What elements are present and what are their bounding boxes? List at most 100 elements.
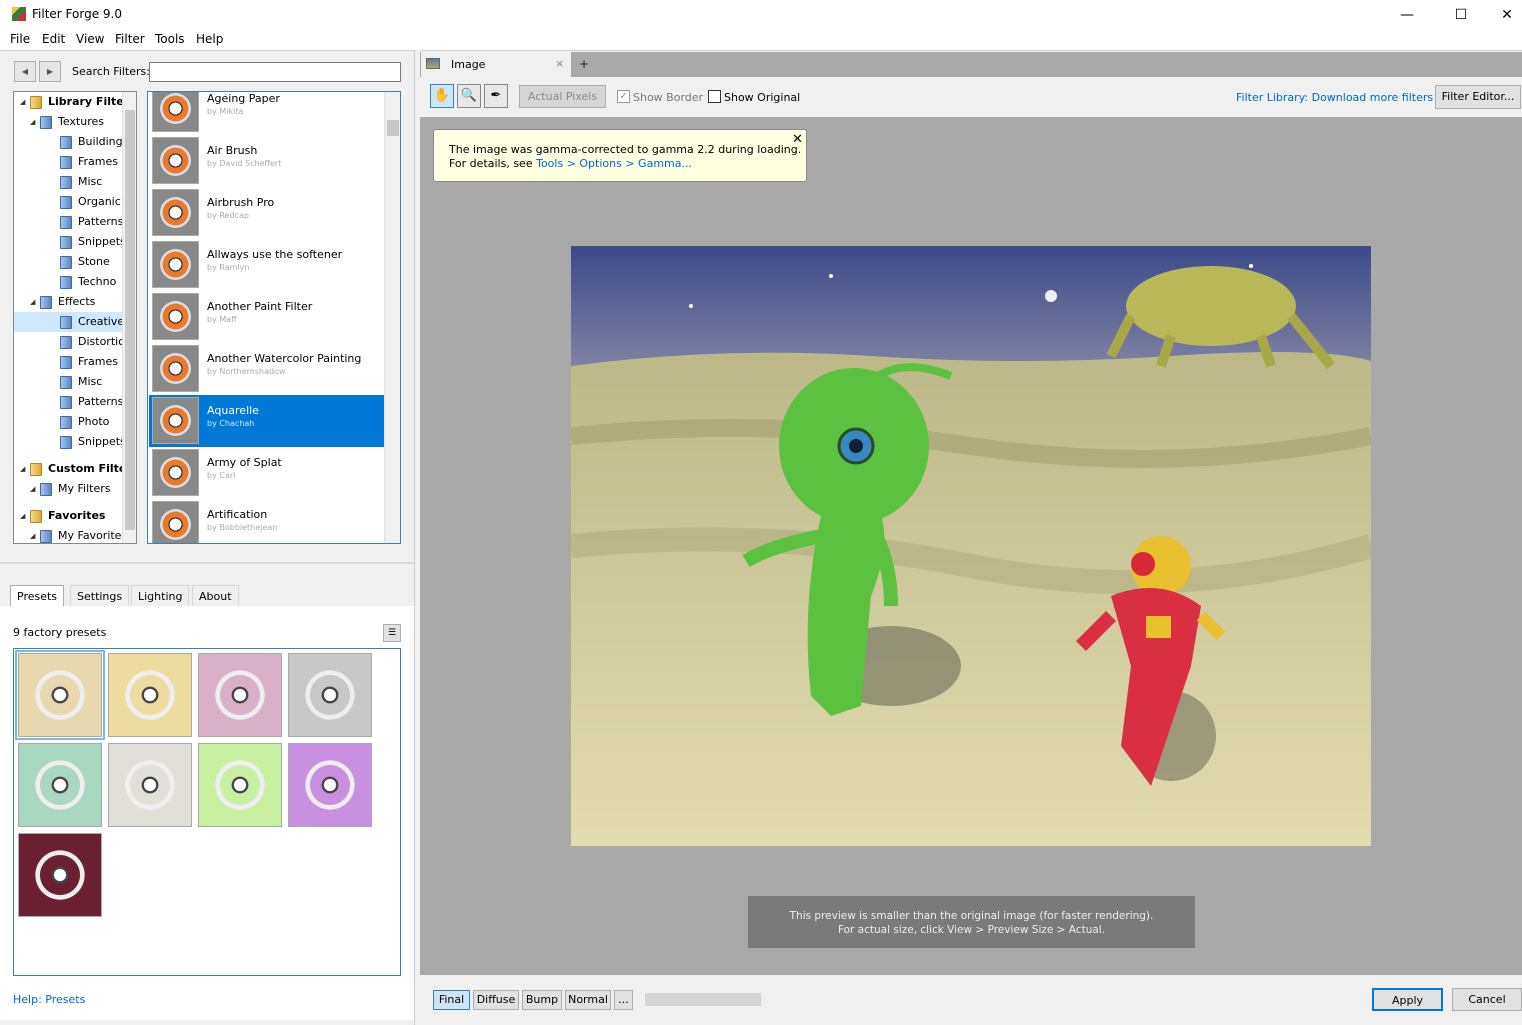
scroll-thumb[interactable]: [125, 110, 135, 530]
presets-count: 9 factory presets: [13, 626, 107, 639]
preset-thumbnail[interactable]: [198, 743, 282, 827]
menu-filter[interactable]: Filter: [115, 32, 145, 46]
minimize-icon[interactable]: —: [1384, 0, 1430, 30]
filter-author: by Maff: [207, 315, 237, 324]
search-input[interactable]: [149, 62, 401, 82]
hand-tool-icon[interactable]: ✋: [430, 84, 454, 108]
preset-thumbnail[interactable]: [288, 743, 372, 827]
tab-presets[interactable]: Presets: [10, 585, 65, 606]
download-filters-link[interactable]: Filter Library: Download more filters: [1236, 91, 1433, 104]
presets-grid: [13, 648, 401, 976]
close-icon[interactable]: ✕: [1484, 0, 1522, 30]
tree-item-label: Creative: [78, 315, 125, 328]
actual-pixels-button[interactable]: Actual Pixels: [519, 85, 606, 108]
cancel-button[interactable]: Cancel: [1452, 988, 1522, 1011]
tree-item[interactable]: ◢ Library Filters: [14, 92, 136, 112]
show-border-checkbox[interactable]: ✓: [617, 90, 630, 103]
tree-item[interactable]: ◢ My Filters: [14, 479, 122, 499]
map-final-button[interactable]: Final: [433, 990, 470, 1010]
eyedropper-tool-icon[interactable]: ✒: [484, 84, 508, 108]
preset-thumbnail[interactable]: [108, 653, 192, 737]
tab-image[interactable]: Image ×: [421, 52, 571, 77]
expand-icon[interactable]: ◢: [30, 112, 35, 132]
expand-icon[interactable]: ◢: [30, 292, 35, 312]
menu-tools[interactable]: Tools: [155, 32, 185, 46]
tree-item[interactable]: Distortion: [14, 332, 132, 352]
folder-icon: [60, 216, 72, 229]
filter-item[interactable]: Aquarelle by Chachah: [149, 395, 384, 447]
tree-item[interactable]: Snippets: [14, 432, 126, 452]
preview-image[interactable]: [571, 246, 1371, 846]
filter-list-scrollbar[interactable]: [384, 92, 400, 543]
preset-thumbnail[interactable]: [18, 743, 102, 827]
tree-item[interactable]: ◢ Favorites: [14, 506, 122, 526]
tree-item[interactable]: ◢ Custom Filters: [14, 459, 136, 479]
expand-icon[interactable]: ◢: [20, 506, 25, 526]
zoom-tool-icon[interactable]: 🔍: [457, 84, 481, 108]
expand-icon[interactable]: ◢: [30, 479, 35, 499]
tree-item[interactable]: Frames: [14, 152, 122, 172]
filter-item[interactable]: Another Watercolor Painting by Northernsh…: [149, 343, 384, 395]
tree-item[interactable]: Techno: [14, 272, 122, 292]
tree-item[interactable]: Organic: [14, 192, 122, 212]
preset-thumbnail[interactable]: [15, 650, 105, 740]
tab-settings[interactable]: Settings: [70, 585, 130, 606]
forward-button[interactable]: ▶: [39, 61, 61, 82]
menu-view[interactable]: View: [76, 32, 104, 46]
notice-close-icon[interactable]: ✕: [792, 133, 803, 147]
show-original-checkbox[interactable]: [708, 90, 721, 103]
menu-file[interactable]: File: [10, 32, 30, 46]
preset-thumbnail[interactable]: [288, 653, 372, 737]
maximize-icon[interactable]: ☐: [1438, 0, 1484, 30]
help-link[interactable]: Help: Presets: [13, 993, 85, 1006]
tree-item[interactable]: Creative: [14, 312, 125, 332]
map-bump-button[interactable]: Bump: [522, 990, 562, 1010]
scroll-thumb[interactable]: [387, 120, 399, 136]
map-normal-button[interactable]: Normal: [565, 990, 611, 1010]
menu-edit[interactable]: Edit: [42, 32, 65, 46]
gamma-options-link[interactable]: Tools > Options > Gamma...: [536, 157, 692, 170]
info-line-2: For actual size, click View > Preview Si…: [837, 924, 1106, 936]
tab-lighting[interactable]: Lighting: [131, 585, 190, 606]
tree-item[interactable]: Frames: [14, 352, 122, 372]
tree-item[interactable]: ◢ Effects: [14, 292, 122, 312]
expand-icon[interactable]: ◢: [20, 92, 25, 112]
tree-item[interactable]: Misc: [14, 372, 122, 392]
more-maps-button[interactable]: ...: [614, 990, 633, 1010]
filter-item[interactable]: Airbrush Pro by Redcap: [149, 187, 384, 239]
app-logo-icon: [12, 7, 26, 21]
tree-item[interactable]: Misc: [14, 172, 122, 192]
tree-item[interactable]: Photo: [14, 412, 122, 432]
filter-item[interactable]: Allways use the softener by Ramlyn: [149, 239, 384, 291]
map-diffuse-button[interactable]: Diffuse: [473, 990, 519, 1010]
tree-item[interactable]: Patterns: [14, 392, 123, 412]
preset-thumbnail[interactable]: [198, 653, 282, 737]
splitter[interactable]: [0, 562, 414, 564]
filter-item[interactable]: Air Brush by David Scheffert: [149, 135, 384, 187]
presets-menu-button[interactable]: ☰: [383, 624, 401, 642]
tree-item[interactable]: Building: [14, 132, 123, 152]
preset-thumbnail[interactable]: [108, 743, 192, 827]
tab-about[interactable]: About: [192, 585, 239, 606]
tree-item-label: Snippets: [78, 235, 126, 248]
tree-item[interactable]: ◢ Textures: [14, 112, 122, 132]
tree-item[interactable]: Stone: [14, 252, 122, 272]
filter-item[interactable]: Ageing Paper by Mikita: [149, 92, 384, 135]
folder-icon: [40, 296, 52, 309]
tree-scrollbar[interactable]: [122, 92, 136, 543]
filter-item[interactable]: Artification by Bobbiethejean: [149, 499, 384, 543]
tree-item[interactable]: Snippets: [14, 232, 126, 252]
preset-thumbnail[interactable]: [18, 833, 102, 917]
apply-button[interactable]: Apply: [1372, 988, 1443, 1011]
expand-icon[interactable]: ◢: [20, 459, 25, 479]
tab-close-icon[interactable]: ×: [555, 57, 564, 70]
filter-item[interactable]: Another Paint Filter by Maff: [149, 291, 384, 343]
filter-item[interactable]: Army of Splat by Carl: [149, 447, 384, 499]
add-tab-button[interactable]: +: [579, 57, 589, 71]
expand-icon[interactable]: ◢: [30, 526, 35, 543]
tree-item[interactable]: ◢ My Favorites: [14, 526, 127, 543]
back-button[interactable]: ◀: [14, 61, 36, 82]
filter-editor-button[interactable]: Filter Editor...: [1435, 85, 1521, 109]
tree-item[interactable]: Patterns: [14, 212, 123, 232]
menu-help[interactable]: Help: [196, 32, 223, 46]
